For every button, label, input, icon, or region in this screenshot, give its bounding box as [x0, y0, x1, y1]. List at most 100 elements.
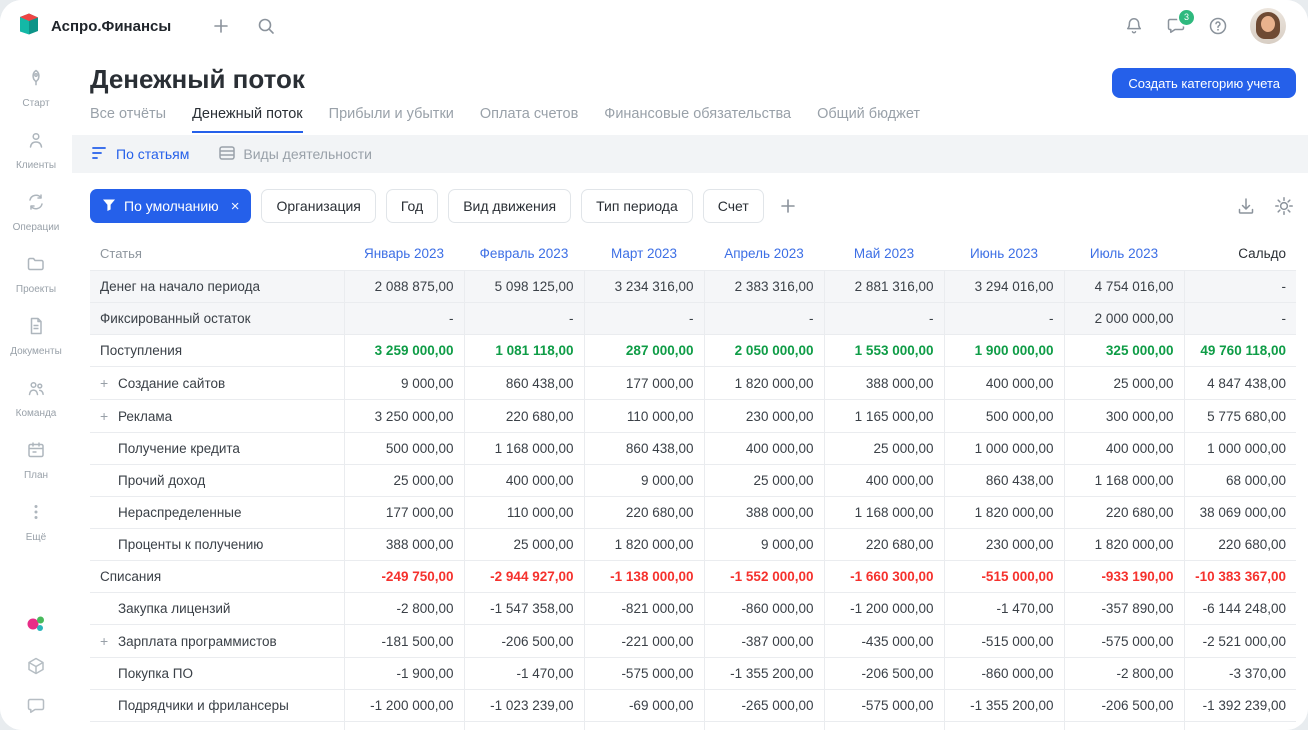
- table-row: Покупка ПО -1 900,00 -1 470,00 -575 000,00-…: [90, 657, 1296, 690]
- tab-all-reports[interactable]: Все отчёты: [90, 106, 166, 133]
- app-logo-icon: [16, 11, 42, 42]
- download-icon[interactable]: [1236, 196, 1256, 216]
- value-cell: -387 000,00: [703, 624, 824, 658]
- value-cell: 3 259 000,00: [343, 334, 464, 367]
- value-cell: 1 000 000,00: [943, 432, 1064, 465]
- value-cell: -1 355 200,00: [703, 657, 824, 690]
- add-filter-button[interactable]: [780, 198, 796, 214]
- value-cell: -: [703, 302, 824, 335]
- tab-general-budget[interactable]: Общий бюджет: [817, 106, 920, 133]
- sidebar: Старт Клиенты Операции Проекты Документы…: [0, 52, 72, 730]
- sidebar-item-label: Операции: [12, 222, 60, 233]
- clear-filter-icon[interactable]: ×: [231, 198, 240, 215]
- filter-chip-account[interactable]: Счет: [702, 189, 764, 223]
- value-cell: 25 000,00: [343, 464, 464, 497]
- column-header-month[interactable]: Июнь 2023: [944, 237, 1064, 271]
- expand-icon[interactable]: +: [100, 633, 118, 649]
- filter-chip-organization[interactable]: Организация: [261, 189, 376, 223]
- value-cell: -1 547 358,00: [463, 592, 584, 625]
- team-icon: [26, 378, 46, 403]
- plus-icon[interactable]: [213, 18, 229, 34]
- value-cell: 1 168 000,00: [823, 496, 944, 529]
- value-cell: -: [823, 302, 944, 335]
- sidebar-item-team[interactable]: Команда: [16, 378, 56, 419]
- filter-chip-movement-type[interactable]: Вид движения: [448, 189, 572, 223]
- row-label: Фиксированный остаток: [100, 311, 251, 326]
- tab-profit-loss[interactable]: Прибыли и убытки: [329, 106, 454, 133]
- sidebar-item-plan[interactable]: План: [24, 440, 48, 481]
- value-cell: -: [943, 302, 1064, 335]
- view-by-articles[interactable]: По статьям: [92, 146, 189, 163]
- table-row: + Зарплата программистов -181 500,00 -206 5…: [90, 624, 1296, 658]
- tab-financial-obligations[interactable]: Финансовые обязательства: [604, 106, 791, 133]
- value-cell: 1 553 000,00: [823, 334, 944, 367]
- brand[interactable]: Аспро.Финансы: [16, 11, 171, 42]
- row-label: Денег на начало периода: [100, 279, 260, 294]
- value-cell: 860 438,00: [463, 366, 584, 400]
- row-label-cell[interactable]: +Зарплата программистов: [90, 721, 344, 730]
- chat-bubble-icon[interactable]: [26, 696, 46, 716]
- sidebar-item-more[interactable]: Ещё: [26, 502, 46, 543]
- sidebar-item-start[interactable]: Старт: [22, 68, 50, 109]
- expand-icon[interactable]: +: [100, 408, 118, 424]
- value-cell: -515 000,00: [943, 624, 1064, 658]
- row-label-cell[interactable]: + Создание сайтов: [90, 366, 344, 400]
- value-cell: 400 000,00: [943, 366, 1064, 400]
- value-cell: -1 355 200,00: [943, 689, 1064, 722]
- tab-invoice-payment[interactable]: Оплата счетов: [480, 106, 578, 133]
- filter-chip-year[interactable]: Год: [385, 189, 439, 223]
- saldo-cell: 38 069 000,00: [1183, 496, 1296, 529]
- value-cell: 110 000,00: [463, 496, 584, 529]
- view-by-activity[interactable]: Виды деятельности: [219, 145, 372, 163]
- value-cell: -1 023 239,00: [463, 689, 584, 722]
- help-icon[interactable]: [1208, 16, 1228, 36]
- row-label-cell[interactable]: + Реклама: [90, 399, 344, 433]
- value-cell: -575 000,00: [583, 657, 704, 690]
- search-icon[interactable]: [257, 17, 275, 35]
- column-header-month[interactable]: Июль 2023: [1064, 237, 1184, 271]
- row-label-cell: Покупка ПО: [90, 657, 344, 690]
- column-header-month[interactable]: Апрель 2023: [704, 237, 824, 271]
- row-label-cell[interactable]: +Зарплата программистов: [90, 624, 344, 658]
- value-cell: -1 547 358,00: [463, 721, 584, 730]
- plan-icon: [26, 440, 46, 465]
- chat-badge: 3: [1179, 10, 1194, 25]
- value-cell: 388 000,00: [823, 366, 944, 400]
- chat-icon[interactable]: 3: [1166, 10, 1194, 36]
- table-row: Закупка лицензий -2 800,00 -1 547 358,00 -8…: [90, 592, 1296, 625]
- bell-icon[interactable]: [1124, 16, 1144, 36]
- filter-chip-period-type[interactable]: Тип периода: [581, 189, 693, 223]
- rocket-icon: [26, 68, 46, 93]
- sidebar-item-clients[interactable]: Клиенты: [16, 130, 56, 171]
- table-body: Денег на начало периода 2 088 875,00 5 098…: [90, 270, 1296, 730]
- sort-lines-icon: [92, 146, 108, 163]
- saldo-cell: -1 392 239,00: [1183, 689, 1296, 722]
- table-row: Списания -249 750,00 -2 944 927,00 -1 138 0…: [90, 560, 1296, 593]
- create-category-button[interactable]: Создать категорию учета: [1112, 68, 1296, 98]
- row-label-cell: Закупка лицензий: [90, 592, 344, 625]
- tab-cash-flow[interactable]: Денежный поток: [192, 106, 303, 133]
- rows-icon: [219, 145, 236, 163]
- more-icon: [26, 502, 46, 527]
- column-header-month[interactable]: Май 2023: [824, 237, 944, 271]
- value-cell: -435 000,00: [823, 624, 944, 658]
- sidebar-item-projects[interactable]: Проекты: [16, 254, 56, 295]
- sidebar-item-operations[interactable]: Операции: [12, 192, 60, 233]
- column-header-month[interactable]: Февраль 2023: [464, 237, 584, 271]
- value-cell: 25 000,00: [1063, 366, 1184, 400]
- value-cell: 25 000,00: [703, 464, 824, 497]
- box-icon[interactable]: [26, 656, 46, 676]
- value-cell: -575 000,00: [823, 689, 944, 722]
- value-cell: -: [343, 302, 464, 335]
- operations-icon: [26, 192, 46, 217]
- table-row: Прочий доход 25 000,00 400 000,00 9 000,00 2…: [90, 464, 1296, 497]
- column-header-month[interactable]: Январь 2023: [344, 237, 464, 271]
- column-header-month[interactable]: Март 2023: [584, 237, 704, 271]
- active-filter-chip[interactable]: По умолчанию ×: [90, 189, 252, 223]
- settings-gear-icon[interactable]: [1274, 196, 1294, 216]
- expand-icon[interactable]: +: [100, 375, 118, 391]
- sidebar-item-documents[interactable]: Документы: [10, 316, 62, 357]
- aspro-logo-icon[interactable]: [24, 612, 48, 636]
- saldo-cell: 1 000 000,00: [1183, 432, 1296, 465]
- avatar[interactable]: [1250, 8, 1286, 44]
